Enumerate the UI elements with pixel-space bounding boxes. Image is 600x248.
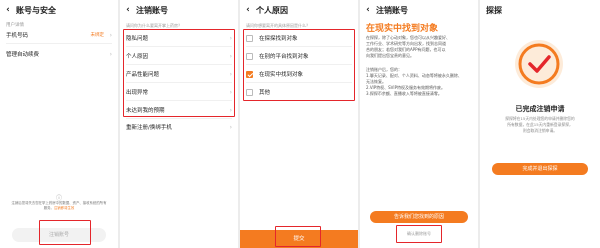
back-arrow-icon[interactable]: ‹: [120, 5, 136, 15]
divider: [126, 118, 232, 119]
chevron-right-icon: ›: [109, 31, 112, 39]
screenshot-collage: ‹ 账号与安全 用户详情 手机号码 未绑定 › 管理自动续费 › ⓘ 注销后您将…: [0, 0, 600, 248]
rebind-label: 重新注册/换绑手机: [126, 125, 172, 131]
chevron-right-icon: ›: [109, 50, 112, 58]
heading: 在现实中找到对象: [366, 24, 439, 34]
section-label: 用户详情: [6, 23, 24, 28]
page-title: 注销账号: [136, 5, 168, 15]
notice: 注销后您将失去您在掌上药房中的数据、资产、接收系统的所有 服务。注销即将生效: [8, 201, 110, 211]
text-line: 则会取消注销申请。: [522, 128, 558, 133]
phone-label: 手机号码: [6, 33, 29, 39]
page-title: 探探: [486, 5, 502, 15]
highlight-box: [396, 225, 442, 243]
consequences: 注销账户后，您的： 1.聊天记录、配对、个人资料、动态等将被永久删除、 无法恢复…: [366, 67, 474, 97]
autopay-label: 管理自动续费: [6, 52, 40, 58]
back-arrow-icon[interactable]: ‹: [360, 5, 376, 15]
text-line: 向我们提出您宝贵的意见。: [366, 53, 414, 58]
highlight-box: [243, 29, 355, 101]
phone-value: 未绑定: [90, 33, 105, 38]
header: ‹ 注销账号: [360, 0, 478, 20]
cancel-confirm-screen: ‹ 注销账号 在现实中找到对象 在探探，除了心动对象，您也可以从兴趣爱好、 工作…: [360, 0, 478, 248]
page-title: 账号与安全: [16, 5, 56, 15]
done-description: 探探将在15天内处理您的申请并删除您的 所有数据，在此15天内重新登录探探， 则…: [486, 116, 594, 134]
highlight-box: [39, 220, 91, 245]
header: 探探: [480, 0, 600, 20]
page-title: 个人原因: [256, 5, 288, 15]
highlight-box: [275, 226, 321, 247]
notice-link[interactable]: 注销即将生效: [54, 206, 74, 210]
account-security-screen: ‹ 账号与安全 用户详情 手机号码 未绑定 › 管理自动续费 › ⓘ 注销后您将…: [0, 0, 118, 248]
tell-reason-button[interactable]: 告诉我们您找到的原因: [370, 211, 468, 223]
chevron-right-icon: ›: [229, 123, 232, 131]
finish-exit-button[interactable]: 完成并退出探探: [492, 163, 588, 175]
header: ‹ 个人原因: [240, 0, 358, 20]
page-title: 注销账号: [376, 5, 408, 15]
rebind-phone-item[interactable]: 重新注册/换绑手机 ›: [120, 122, 238, 132]
header: ‹ 账号与安全: [0, 0, 118, 20]
back-arrow-icon[interactable]: ‹: [240, 5, 256, 15]
cancel-done-screen: 探探 已完成注销申请 探探将在15天内处理您的申请并删除您的 所有数据，在此15…: [480, 0, 600, 248]
text-line: 3.探探币余额、直播收入等将被直接清零。: [366, 91, 442, 96]
personal-reason-screen: ‹ 个人原因 请问你想要离开的具体原因是什么？ 在探探找到对象 在别的平台找到对…: [240, 0, 358, 248]
notice-line: 服务。: [43, 206, 54, 210]
cancel-account-screen: ‹ 注销账号 请问你为什么要离开掌上药房？ 隐私问题 › 个人原因 › 产品性能问题…: [120, 0, 238, 248]
back-arrow-icon[interactable]: ‹: [0, 5, 16, 15]
highlight-box: [123, 29, 235, 117]
success-check-icon: [513, 38, 565, 90]
autopay-row[interactable]: 管理自动续费 ›: [0, 49, 118, 59]
header: ‹ 注销账号: [120, 0, 238, 20]
phone-row[interactable]: 手机号码 未绑定 ›: [0, 30, 118, 40]
intro-paragraph: 在探探，除了心动对象，您也可以从兴趣爱好、 工作行业、学术研究等方向出发，找到志…: [366, 35, 474, 59]
divider: [6, 43, 112, 44]
done-heading: 已完成注销申请: [515, 105, 565, 113]
